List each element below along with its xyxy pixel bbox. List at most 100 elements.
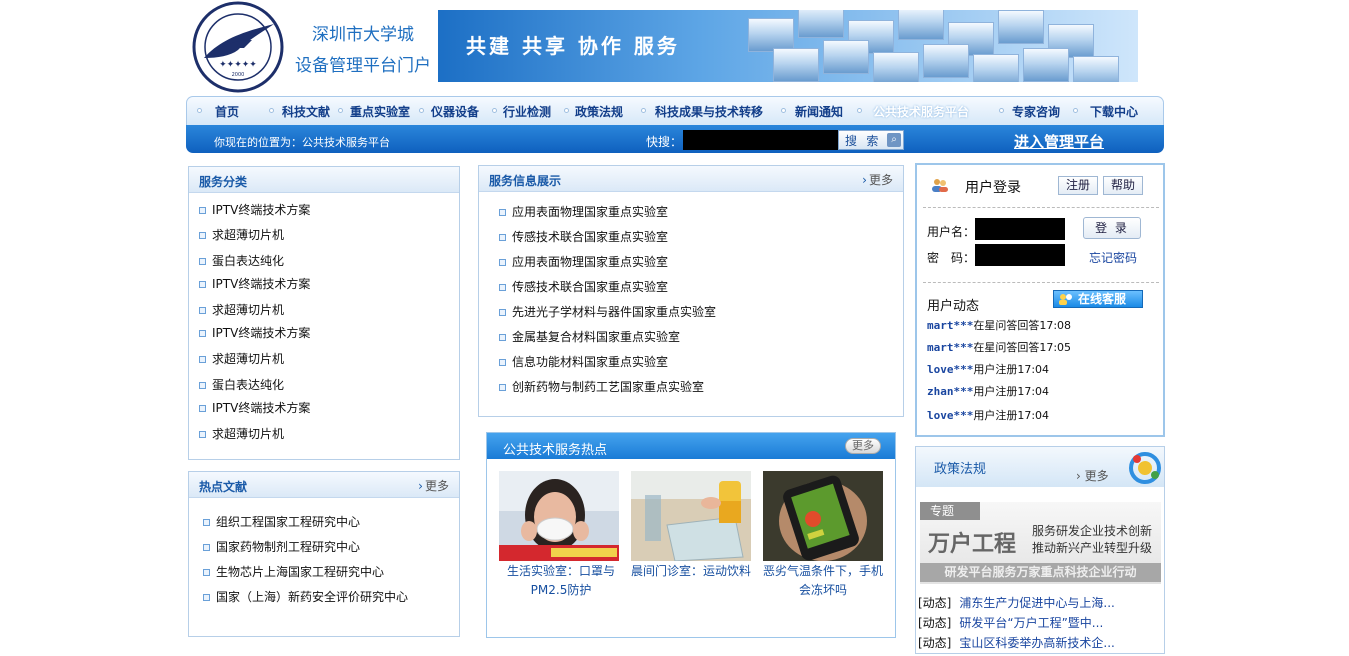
activity-item[interactable]: love***用户注册17:04 — [927, 407, 1049, 423]
activity-item[interactable]: mart***在星问答回答17:05 — [927, 339, 1071, 355]
nav-item-instruments[interactable]: 仪器设备 — [431, 103, 479, 120]
nav-dot-icon — [857, 108, 862, 113]
list-item[interactable]: IPTV终端技术方案 — [199, 399, 310, 416]
list-item[interactable]: 组织工程国家工程研究中心 — [203, 513, 360, 530]
caption-line: 恶劣气温条件下，手机 — [762, 564, 883, 578]
nav-item-policy[interactable]: 政策法规 — [575, 103, 623, 120]
nav-item-key-labs[interactable]: 重点实验室 — [350, 103, 410, 120]
bullet-icon — [499, 209, 506, 216]
list-item[interactable]: 信息功能材料国家重点实验室 — [499, 353, 668, 370]
service-thumbnail-drink[interactable] — [631, 471, 751, 561]
site-logo[interactable]: ✦✦✦✦✦ 2000 — [190, 0, 286, 94]
activity-text: 在星问答回答17:05 — [973, 341, 1072, 354]
news-item[interactable]: [动态] 宝山区科委举办高新技术企... — [918, 634, 1115, 651]
register-button[interactable]: 注册 — [1058, 176, 1098, 195]
list-item[interactable]: 求超薄切片机 — [199, 425, 284, 442]
news-item[interactable]: [动态] 研发平台“万户工程”暨中... — [918, 614, 1103, 631]
list-item[interactable]: 求超薄切片机 — [199, 350, 284, 367]
list-item-label: 金属基复合材料国家重点实验室 — [512, 330, 681, 344]
bullet-icon — [499, 259, 506, 266]
more-link[interactable]: › 更多 — [1076, 467, 1109, 484]
list-item[interactable]: 生物芯片上海国家工程研究中心 — [203, 563, 384, 580]
list-item-label: 生物芯片上海国家工程研究中心 — [216, 565, 385, 579]
activity-user: mart*** — [927, 341, 974, 354]
panel-header: 公共技术服务热点 更多 — [487, 433, 895, 459]
list-item[interactable]: 求超薄切片机 — [199, 226, 284, 243]
list-item[interactable]: IPTV终端技术方案 — [199, 201, 310, 218]
password-field[interactable] — [975, 244, 1065, 266]
list-item[interactable]: 传感技术联合国家重点实验室 — [499, 278, 668, 295]
nav-dot-icon — [781, 108, 786, 113]
list-item[interactable]: 蛋白表达纯化 — [199, 376, 284, 393]
nav-item-news[interactable]: 新闻通知 — [795, 103, 843, 120]
main-nav: 首页 科技文献 重点实验室 仪器设备 行业检测 政策法规 科技成果与技术转移 新… — [186, 96, 1164, 125]
list-item[interactable]: 创新药物与制药工艺国家重点实验室 — [499, 378, 704, 395]
nav-item-home[interactable]: 首页 — [215, 103, 239, 120]
activity-item[interactable]: zhan***用户注册17:04 — [927, 383, 1049, 399]
users-icon — [931, 177, 949, 196]
nav-item-literature[interactable]: 科技文献 — [282, 103, 330, 120]
list-item[interactable]: 蛋白表达纯化 — [199, 252, 284, 269]
policy-logo-icon — [1128, 451, 1162, 488]
service-thumbnail-mask[interactable] — [499, 471, 619, 561]
activity-item[interactable]: mart***在星问答回答17:08 — [927, 317, 1071, 333]
list-item-label: 国家（上海）新药安全评价研究中心 — [216, 590, 409, 604]
news-tag: [动态] — [918, 596, 952, 610]
nav-item-downloads[interactable]: 下载中心 — [1090, 103, 1138, 120]
svg-text:✦✦✦✦✦: ✦✦✦✦✦ — [219, 60, 257, 70]
service-caption[interactable]: 生活实验室：口罩与 PM2.5防护 — [499, 562, 623, 600]
forgot-password-link[interactable]: 忘记密码 — [1089, 249, 1137, 266]
list-item-label: 蛋白表达纯化 — [212, 254, 285, 268]
list-item[interactable]: 传感技术联合国家重点实验室 — [499, 228, 668, 245]
panel-header: 服务信息展示 更多 — [479, 166, 903, 192]
list-item[interactable]: IPTV终端技术方案 — [199, 275, 310, 292]
activity-text: 用户注册17:04 — [973, 363, 1050, 376]
list-item[interactable]: 求超薄切片机 — [199, 301, 284, 318]
bullet-icon — [203, 544, 210, 551]
search-button[interactable]: 搜 索 ⌕ — [838, 130, 904, 150]
news-tag: [动态] — [918, 636, 952, 650]
service-thumbnail-phone[interactable] — [763, 471, 883, 561]
service-caption[interactable]: 晨间门诊室：运动饮料 — [627, 562, 755, 581]
list-item-label: 创新药物与制药工艺国家重点实验室 — [512, 380, 705, 394]
list-item[interactable]: 应用表面物理国家重点实验室 — [499, 253, 668, 270]
login-title: 用户登录 — [965, 180, 1021, 196]
list-item[interactable]: 国家（上海）新药安全评价研究中心 — [203, 588, 408, 605]
nav-item-tech-transfer[interactable]: 科技成果与技术转移 — [655, 103, 763, 120]
service-caption[interactable]: 恶劣气温条件下，手机 会冻坏吗 — [759, 562, 887, 600]
divider — [923, 207, 1159, 208]
admin-platform-link[interactable]: 进入管理平台 — [1014, 131, 1104, 152]
list-item[interactable]: 金属基复合材料国家重点实验室 — [499, 328, 680, 345]
nav-dot-icon — [564, 108, 569, 113]
nav-item-experts[interactable]: 专家咨询 — [1012, 103, 1060, 120]
more-link[interactable]: 更多 — [862, 171, 893, 188]
login-button[interactable]: 登 录 — [1083, 217, 1141, 239]
online-service-button[interactable]: 在线客服 — [1053, 290, 1143, 308]
online-service-icon — [1058, 293, 1074, 309]
bullet-icon — [499, 334, 506, 341]
breadcrumb: 你现在的位置为：公共技术服务平台 — [214, 136, 390, 149]
news-item[interactable]: [动态] 浦东生产力促进中心与上海... — [918, 594, 1115, 611]
help-button[interactable]: 帮助 — [1103, 176, 1143, 195]
list-item-label: 应用表面物理国家重点实验室 — [512, 205, 669, 219]
banner-slogan: 共建 共享 协作 服务 — [466, 34, 680, 58]
panel-header: 热点文献 更多 — [189, 472, 459, 498]
more-button[interactable]: 更多 — [845, 438, 881, 454]
list-item[interactable]: IPTV终端技术方案 — [199, 324, 310, 341]
list-item-label: 求超薄切片机 — [212, 303, 285, 317]
svg-text:2000: 2000 — [232, 72, 245, 78]
more-link[interactable]: 更多 — [418, 477, 449, 494]
promo-banner[interactable]: 专题 万户工程 服务研发企业技术创新 推动新兴产业转型升级 研发平台服务万家重点… — [920, 502, 1161, 584]
list-item-label: 组织工程国家工程研究中心 — [216, 515, 361, 529]
list-item[interactable]: 国家药物制剂工程研究中心 — [203, 538, 360, 555]
bullet-icon — [199, 330, 206, 337]
quick-search-input[interactable] — [683, 130, 838, 150]
bullet-icon — [199, 356, 206, 363]
activity-item[interactable]: love***用户注册17:04 — [927, 361, 1049, 377]
list-item[interactable]: 先进光子学材料与器件国家重点实验室 — [499, 303, 716, 320]
nav-item-public-service[interactable]: 公共技术服务平台 — [873, 103, 969, 120]
service-info-panel: 服务信息展示 更多 应用表面物理国家重点实验室 传感技术联合国家重点实验室 应用… — [478, 165, 904, 417]
username-field[interactable] — [975, 218, 1065, 240]
nav-item-industry-testing[interactable]: 行业检测 — [503, 103, 551, 120]
list-item[interactable]: 应用表面物理国家重点实验室 — [499, 203, 668, 220]
